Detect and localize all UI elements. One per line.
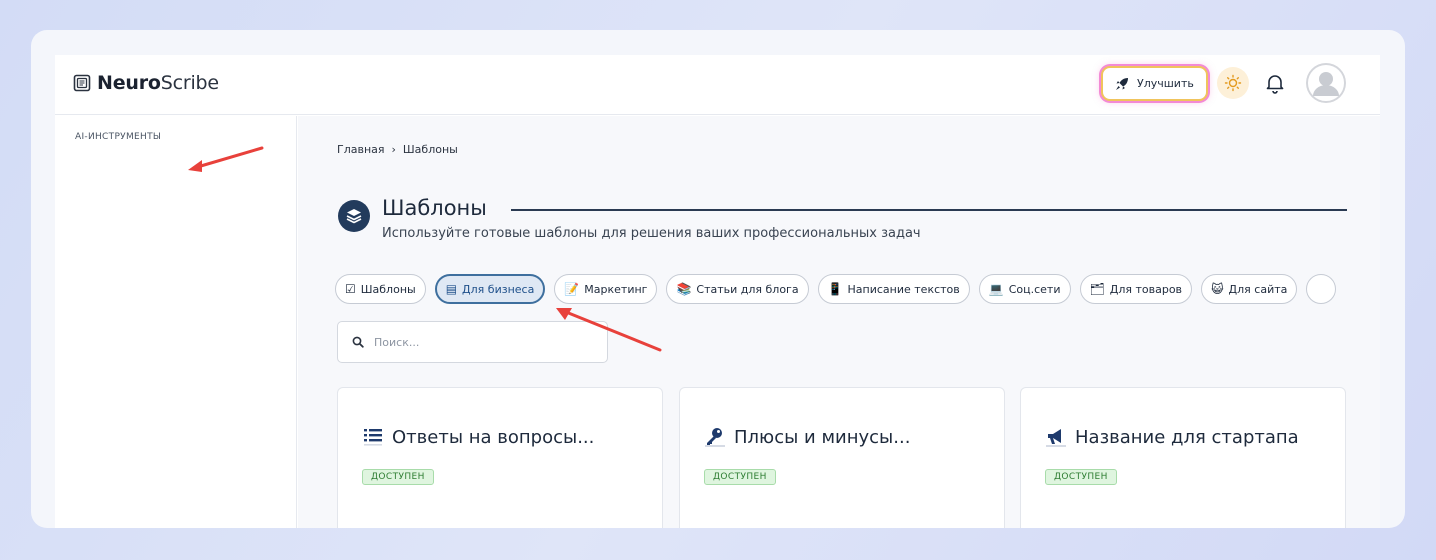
key-icon bbox=[705, 428, 725, 447]
chip-products[interactable]: 🗂 Для товаров bbox=[1079, 274, 1193, 304]
status-badge: ДОСТУПЕН bbox=[362, 469, 434, 485]
chip-business[interactable]: ▤ Для бизнеса bbox=[434, 274, 546, 304]
template-card[interactable]: Название для стартапа ДОСТУПЕН bbox=[1020, 387, 1346, 528]
chip-social[interactable]: 💻 Соц.сети bbox=[978, 274, 1071, 304]
logo[interactable]: NeuroScribe bbox=[73, 72, 219, 94]
upgrade-label: Улучшить bbox=[1137, 77, 1194, 90]
user-avatar-icon bbox=[1306, 63, 1346, 103]
laptop-icon: 💻 bbox=[988, 282, 1004, 296]
search-input[interactable] bbox=[374, 335, 594, 349]
cat-face-icon: 😺 bbox=[1211, 282, 1224, 296]
card-title: Ответы на вопросы... bbox=[362, 426, 594, 448]
app-name: NeuroScribe bbox=[97, 72, 219, 94]
upgrade-button[interactable]: Улучшить bbox=[1101, 66, 1208, 101]
chip-label: Написание текстов bbox=[847, 282, 960, 296]
chip-templates[interactable]: ☑ Шаблоны bbox=[335, 274, 426, 304]
bell-icon[interactable] bbox=[1264, 72, 1286, 94]
breadcrumb: Главная › Шаблоны bbox=[337, 143, 458, 156]
chip-label: Соц.сети bbox=[1008, 282, 1061, 296]
sun-icon bbox=[1224, 74, 1242, 92]
breadcrumb-home[interactable]: Главная bbox=[337, 143, 385, 156]
category-chips: ☑ Шаблоны ▤ Для бизнеса 📝 Маркетинг 📚 Статьи… bbox=[335, 274, 1337, 304]
template-card[interactable]: Плюсы и минусы... ДОСТУПЕН bbox=[679, 387, 1005, 528]
books-icon: 📚 bbox=[676, 282, 692, 296]
page-title: Шаблоны bbox=[382, 196, 487, 220]
screenshot-frame: NeuroScribe Улучшить AI-ИНСТРУМЕНТЫ Глав… bbox=[31, 30, 1405, 528]
sidebar: AI-ИНСТРУМЕНТЫ bbox=[55, 116, 297, 528]
chip-marketing[interactable]: 📝 Маркетинг bbox=[554, 274, 658, 304]
card-title-text: Название для стартапа bbox=[1075, 426, 1299, 448]
top-header: NeuroScribe Улучшить bbox=[55, 55, 1380, 115]
logo-icon bbox=[73, 74, 91, 92]
list-icon bbox=[364, 429, 382, 446]
status-badge: ДОСТУПЕН bbox=[704, 469, 776, 485]
notebook-icon: ▤ bbox=[445, 282, 458, 296]
main-content: Главная › Шаблоны Шаблоны Используйте го… bbox=[298, 116, 1380, 528]
chip-label: Статьи для блога bbox=[696, 282, 799, 296]
title-divider bbox=[511, 209, 1347, 211]
app-window: NeuroScribe Улучшить AI-ИНСТРУМЕНТЫ Глав… bbox=[55, 55, 1380, 528]
chip-text-writing[interactable]: 📱 Написание текстов bbox=[817, 274, 970, 304]
section-title-ai-tools: AI-ИНСТРУМЕНТЫ bbox=[75, 132, 162, 142]
chip-blog-articles[interactable]: 📚 Статьи для блога bbox=[666, 274, 809, 304]
breadcrumb-current: Шаблоны bbox=[402, 143, 458, 156]
chip-label: Для товаров bbox=[1109, 282, 1183, 296]
card-title: Название для стартапа bbox=[1045, 426, 1299, 448]
card-title-text: Плюсы и минусы... bbox=[734, 426, 911, 448]
card-title: Плюсы и минусы... bbox=[704, 426, 910, 448]
theme-toggle-button[interactable] bbox=[1217, 67, 1249, 99]
chip-label: Для бизнеса bbox=[462, 282, 535, 296]
phone-icon: 📱 bbox=[827, 282, 843, 296]
megaphone-icon bbox=[1046, 429, 1066, 447]
search-box[interactable] bbox=[337, 321, 608, 363]
card-index-icon: 🗂 bbox=[1089, 282, 1105, 296]
status-badge: ДОСТУПЕН bbox=[1045, 469, 1117, 485]
page-subtitle: Используйте готовые шаблоны для решения … bbox=[382, 226, 921, 241]
chip-website[interactable]: 😺 Для сайта bbox=[1201, 274, 1298, 304]
chip-label: Для сайта bbox=[1228, 282, 1288, 296]
chip-more[interactable] bbox=[1306, 274, 1337, 304]
chip-label: Шаблоны bbox=[360, 282, 416, 296]
template-card[interactable]: Ответы на вопросы... ДОСТУПЕН bbox=[337, 387, 663, 528]
avatar[interactable] bbox=[1306, 63, 1346, 103]
breadcrumb-separator: › bbox=[391, 143, 396, 156]
search-icon bbox=[352, 336, 364, 348]
rocket-icon bbox=[1116, 77, 1128, 90]
card-title-text: Ответы на вопросы... bbox=[392, 426, 595, 448]
page-layers-icon bbox=[338, 200, 370, 232]
memo-icon: 📝 bbox=[564, 282, 580, 296]
checkbox-icon: ☑ bbox=[345, 282, 356, 296]
chip-label: Маркетинг bbox=[584, 282, 648, 296]
